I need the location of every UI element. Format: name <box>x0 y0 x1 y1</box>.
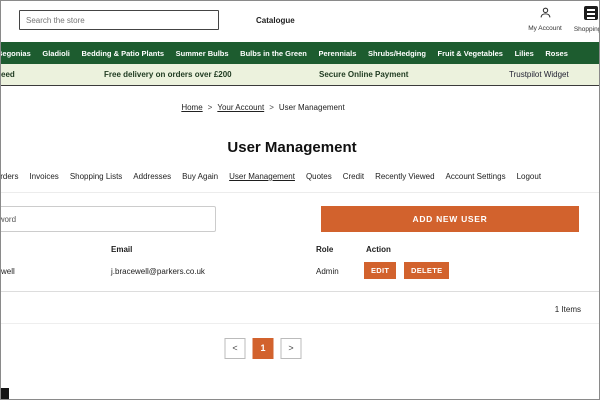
my-account-button[interactable]: My Account <box>523 6 567 32</box>
nav-item-fruit-vegetables[interactable]: Fruit & Vegetables <box>435 49 506 58</box>
tab-user-management[interactable]: User Management <box>229 172 295 181</box>
pagination-next-button[interactable]: > <box>281 338 302 359</box>
tab-logout[interactable]: Logout <box>517 172 541 181</box>
bottom-left-widget <box>1 388 9 399</box>
tab-account-settings[interactable]: Account Settings <box>446 172 506 181</box>
keyword-search-input[interactable] <box>0 206 216 232</box>
nav-item-roses[interactable]: Roses <box>542 49 571 58</box>
delete-user-button[interactable]: DELETE <box>404 262 449 279</box>
user-role-cell: Admin <box>316 267 339 276</box>
edit-user-button[interactable]: EDIT <box>364 262 396 279</box>
user-name-cell: well <box>1 267 15 276</box>
tabs-divider <box>1 192 599 193</box>
usp-guaranteed: eed <box>1 70 15 79</box>
breadcrumb-separator: > <box>208 103 213 112</box>
pagination-prev-button[interactable]: < <box>225 338 246 359</box>
shopping-list-button[interactable]: Shopping Li <box>569 6 600 33</box>
tab-quotes[interactable]: Quotes <box>306 172 332 181</box>
pagination-page-1[interactable]: 1 <box>253 338 274 359</box>
my-account-label: My Account <box>523 25 567 32</box>
tab-shopping-lists[interactable]: Shopping Lists <box>70 172 122 181</box>
column-header-role: Role <box>316 245 333 254</box>
tab-credit[interactable]: Credit <box>343 172 364 181</box>
tab-invoices[interactable]: Invoices <box>29 172 58 181</box>
nav-item-shrubs-hedging[interactable]: Shrubs/Hedging <box>365 49 429 58</box>
nav-item-bedding-patio[interactable]: Bedding & Patio Plants <box>79 49 168 58</box>
catalogue-link[interactable]: Catalogue <box>256 16 295 25</box>
user-email-cell: j.bracewell@parkers.co.uk <box>111 267 205 276</box>
tab-addresses[interactable]: Addresses <box>133 172 171 181</box>
user-management-page: Catalogue My Account Shopping Li Begonia… <box>0 0 600 400</box>
table-bottom-divider <box>1 291 599 292</box>
account-tabs: Orders Invoices Shopping Lists Addresses… <box>0 172 541 181</box>
tab-buy-again[interactable]: Buy Again <box>182 172 218 181</box>
column-header-email: Email <box>111 245 132 254</box>
pagination: < 1 > <box>225 338 302 359</box>
person-icon <box>539 6 552 19</box>
column-header-action: Action <box>366 245 391 254</box>
shopping-list-icon <box>584 6 598 20</box>
page-title: User Management <box>227 139 356 156</box>
store-search-input[interactable] <box>19 10 219 30</box>
nav-item-perennials[interactable]: Perennials <box>315 49 359 58</box>
tab-recently-viewed[interactable]: Recently Viewed <box>375 172 434 181</box>
usp-secure-payment: Secure Online Payment <box>319 70 408 79</box>
nav-item-begonias[interactable]: Begonias <box>0 49 34 58</box>
shopping-list-label: Shopping Li <box>569 26 600 33</box>
breadcrumb-your-account-link[interactable]: Your Account <box>217 103 264 112</box>
nav-item-lilies[interactable]: Lilies <box>512 49 537 58</box>
trustpilot-widget: Trustpilot Widget <box>509 70 569 79</box>
breadcrumb: Home > Your Account > User Management <box>181 103 344 112</box>
list-divider <box>1 323 599 324</box>
nav-item-bulbs-green[interactable]: Bulbs in the Green <box>237 49 310 58</box>
tab-orders[interactable]: Orders <box>0 172 18 181</box>
top-header: Catalogue My Account Shopping Li <box>1 1 599 42</box>
add-new-user-button[interactable]: ADD NEW USER <box>321 206 579 232</box>
category-nav: Begonias Gladioli Bedding & Patio Plants… <box>1 42 599 64</box>
usp-free-delivery: Free delivery on orders over £200 <box>104 70 232 79</box>
nav-item-gladioli[interactable]: Gladioli <box>39 49 73 58</box>
items-count: 1 Items <box>555 305 581 314</box>
nav-item-summer-bulbs[interactable]: Summer Bulbs <box>173 49 232 58</box>
breadcrumb-current: User Management <box>279 103 345 112</box>
usp-bar: eed Free delivery on orders over £200 Se… <box>1 64 599 86</box>
breadcrumb-home-link[interactable]: Home <box>181 103 202 112</box>
breadcrumb-separator: > <box>269 103 274 112</box>
